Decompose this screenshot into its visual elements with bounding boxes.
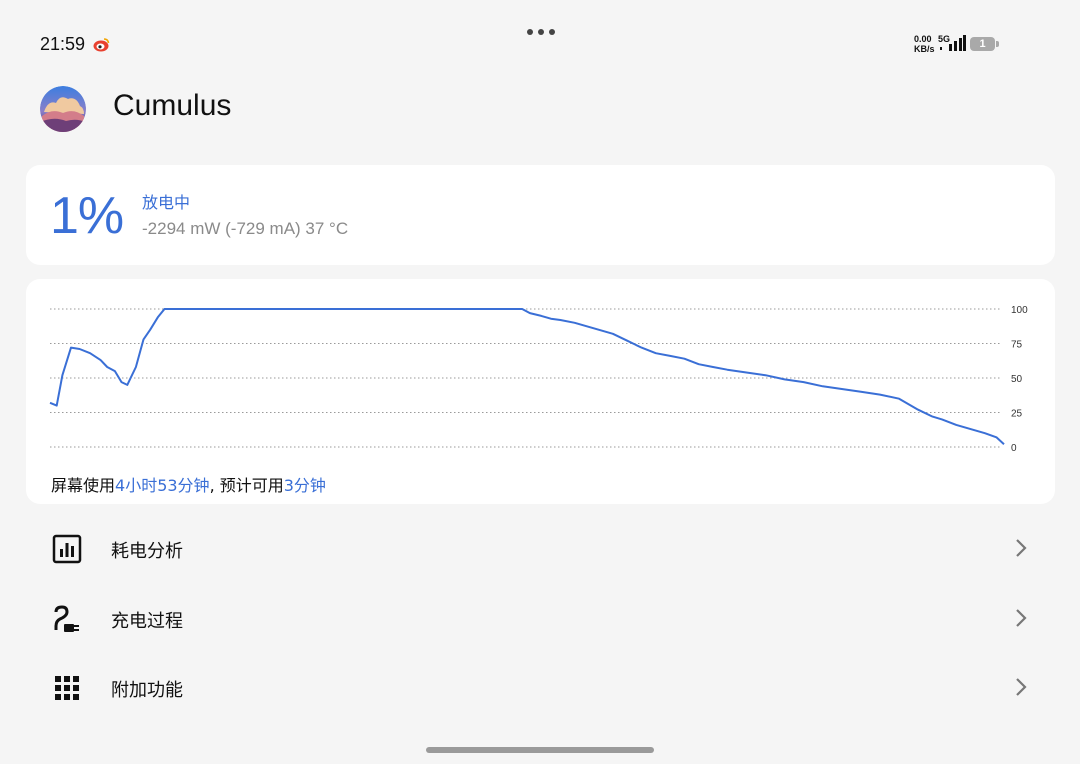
- battery-level-line: [49, 308, 1005, 445]
- y-tick-label: 25: [1011, 409, 1023, 420]
- menu-item-charging-process[interactable]: 充电过程: [26, 585, 1055, 651]
- battery-level-chart: 100 75 50 25 0: [49, 305, 1028, 454]
- network-speed-value: 0.00: [914, 34, 932, 44]
- bar-chart-icon: [52, 534, 82, 564]
- screen-time-value: 4小时53分钟: [115, 476, 210, 495]
- menu-item-extra-features[interactable]: 附加功能: [26, 654, 1055, 720]
- battery-percent: 1%: [50, 187, 124, 245]
- battery-status-card: [26, 165, 1055, 265]
- home-indicator[interactable]: [426, 747, 654, 753]
- battery-stats: -2294 mW (-729 mA) 37 °C: [142, 219, 349, 238]
- usage-middle: , 预计可用: [209, 476, 284, 495]
- app-logo: [40, 86, 86, 132]
- menu-label: 充电过程: [111, 611, 183, 632]
- y-tick-label: 75: [1011, 340, 1023, 351]
- y-tick-label: 0: [1011, 443, 1017, 454]
- app-title: Cumulus: [113, 89, 232, 122]
- network-speed: 0.00 KB/s: [914, 34, 935, 54]
- menu-item-power-analysis[interactable]: 耗电分析: [26, 515, 1055, 581]
- signal-strength-icon: [940, 35, 966, 51]
- battery-indicator: 1: [970, 37, 1000, 51]
- usage-summary: 屏幕使用4小时53分钟, 预计可用3分钟: [51, 472, 326, 496]
- battery-state: 放电中: [142, 193, 191, 212]
- network-speed-unit: KB/s: [914, 44, 935, 54]
- y-tick-label: 100: [1011, 305, 1028, 316]
- more-options-icon[interactable]: [526, 28, 556, 36]
- chevron-right-icon: [1016, 609, 1027, 627]
- weibo-icon: [93, 38, 110, 52]
- y-tick-label: 50: [1011, 374, 1023, 385]
- chevron-right-icon: [1016, 678, 1027, 696]
- usage-prefix: 屏幕使用: [51, 476, 116, 495]
- charging-plug-icon: [54, 605, 79, 632]
- status-time: 21:59: [40, 34, 86, 54]
- menu-label: 附加功能: [111, 680, 183, 701]
- battery-level-text: 1: [979, 38, 986, 50]
- grid-apps-icon: [55, 676, 79, 700]
- menu-label: 耗电分析: [111, 541, 183, 562]
- chevron-right-icon: [1016, 539, 1027, 557]
- remaining-time-value: 3分钟: [283, 476, 326, 495]
